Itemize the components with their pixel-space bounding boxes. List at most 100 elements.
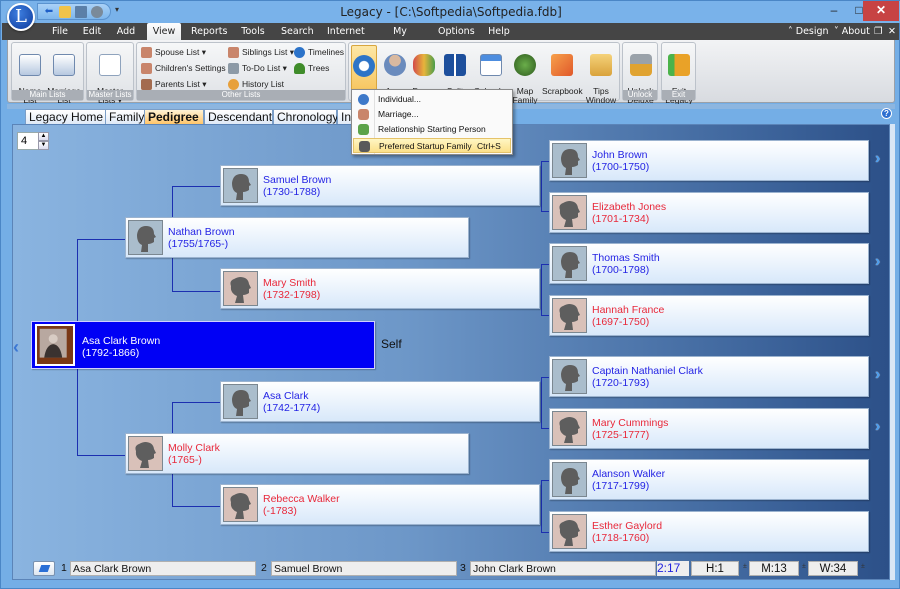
connector-line bbox=[77, 239, 125, 240]
siblings-icon bbox=[228, 47, 239, 59]
slot-number: 3 bbox=[460, 562, 466, 574]
restore-icon[interactable]: ❐ bbox=[874, 23, 883, 40]
design-button[interactable]: ˄ Design bbox=[788, 23, 829, 40]
tab-legacy-home[interactable]: Legacy Home bbox=[25, 109, 109, 124]
spin-down-icon[interactable]: ▼ bbox=[38, 141, 49, 150]
menu-item-marriage[interactable]: Marriage... bbox=[353, 107, 511, 122]
about-button[interactable]: ˅ About bbox=[834, 23, 870, 40]
person-card-father[interactable]: Nathan Brown (1755/1765-) bbox=[125, 217, 469, 258]
tab-chronology[interactable]: Chronology bbox=[273, 109, 338, 124]
person-card-mat-grandfather[interactable]: Asa Clark (1742-1774) bbox=[220, 381, 540, 422]
chevron-right-icon[interactable]: › bbox=[875, 367, 887, 383]
tree-icon bbox=[294, 63, 305, 75]
person-name: Thomas Smith bbox=[592, 252, 660, 264]
menu-item-individual[interactable]: Individual... bbox=[353, 92, 511, 107]
todo-list-button[interactable]: To-Do List ▾ bbox=[228, 62, 287, 75]
chevron-right-icon[interactable]: › bbox=[875, 151, 887, 167]
children-icon bbox=[141, 63, 152, 75]
timelines-button[interactable]: Timelines bbox=[294, 46, 344, 59]
menu-item-preferred-startup-family[interactable]: Preferred Startup Family Ctrl+S bbox=[353, 138, 511, 153]
person-name: Mary Cummings bbox=[592, 417, 669, 429]
chevron-right-icon[interactable]: › bbox=[875, 254, 887, 270]
connector-line bbox=[172, 402, 173, 433]
menu-item-relationship-starting-person[interactable]: Relationship Starting Person bbox=[353, 122, 511, 137]
slot-1-field[interactable]: Asa Clark Brown bbox=[70, 561, 256, 576]
person-card-self[interactable]: Asa Clark Brown (1792-1866) bbox=[31, 321, 375, 369]
male-silhouette-icon bbox=[561, 149, 580, 175]
person-card-gg6[interactable]: Mary Cummings (1725-1777) bbox=[549, 408, 869, 449]
map-icon bbox=[514, 54, 536, 76]
slot-3-field[interactable]: John Clark Brown bbox=[470, 561, 656, 576]
bookmark-button[interactable] bbox=[33, 561, 55, 576]
minimize-button[interactable]: – bbox=[821, 1, 847, 21]
app-logo[interactable]: L bbox=[7, 3, 35, 31]
tips-window-button[interactable]: Tips Window bbox=[585, 45, 617, 105]
person-dates: (1700-1750) bbox=[592, 161, 650, 173]
menu-my-toolbar[interactable]: My Toolbar bbox=[377, 23, 423, 54]
tab-family[interactable]: Family bbox=[105, 109, 145, 124]
menu-internet[interactable]: Internet bbox=[327, 23, 365, 40]
spouse-list-button[interactable]: Spouse List ▾ bbox=[141, 46, 206, 59]
person-card-gg5[interactable]: Captain Nathaniel Clark (1720-1793) bbox=[549, 356, 869, 397]
close-doc-icon[interactable]: ✕ bbox=[888, 23, 896, 40]
menu-file[interactable]: File bbox=[46, 23, 74, 40]
connector-line bbox=[172, 258, 173, 291]
group-label: Exit bbox=[662, 90, 695, 100]
parents-icon bbox=[141, 79, 152, 91]
tab-pedigree[interactable]: Pedigree bbox=[144, 109, 204, 124]
menu-search[interactable]: Search bbox=[281, 23, 314, 40]
person-card-gg8[interactable]: Esther Gaylord (1718-1760) bbox=[549, 511, 869, 552]
menu-options[interactable]: Options bbox=[438, 23, 475, 40]
close-button[interactable]: ✕ bbox=[863, 1, 899, 21]
group-label: Other Lists bbox=[137, 90, 345, 100]
tab-descendant[interactable]: Descendant bbox=[204, 109, 273, 124]
menu-reports[interactable]: Reports bbox=[191, 23, 227, 40]
person-card-gg7[interactable]: Alanson Walker (1717-1799) bbox=[549, 459, 869, 500]
generations-stepper[interactable]: ▲ ▼ bbox=[38, 132, 49, 150]
help-icon[interactable]: ? bbox=[881, 108, 892, 119]
person-photo bbox=[552, 246, 587, 281]
person-card-gg4[interactable]: Hannah France (1697-1750) bbox=[549, 295, 869, 336]
person-card-mat-grandmother[interactable]: Rebecca Walker (-1783) bbox=[220, 484, 540, 525]
exit-door-icon bbox=[668, 54, 690, 76]
person-name: Elizabeth Jones bbox=[592, 201, 667, 213]
goto-button[interactable]: Go To ▾ bbox=[351, 45, 377, 106]
person-card-gg3[interactable]: Thomas Smith (1700-1798) bbox=[549, 243, 869, 284]
menu-help[interactable]: Help bbox=[488, 23, 510, 40]
person-card-pat-grandmother[interactable]: Mary Smith (1732-1798) bbox=[220, 268, 540, 309]
person-card-gg1[interactable]: John Brown (1700-1750) bbox=[549, 140, 869, 181]
connector-line bbox=[172, 291, 220, 292]
generations-input[interactable]: 4 bbox=[17, 132, 39, 150]
w-toggle[interactable]: ± bbox=[861, 563, 865, 570]
connector-line bbox=[541, 161, 549, 162]
menu-view[interactable]: View bbox=[147, 23, 181, 41]
female-silhouette-icon bbox=[559, 417, 580, 443]
chevron-left-icon[interactable]: ‹ bbox=[13, 337, 19, 358]
person-dates: (1697-1750) bbox=[592, 316, 650, 328]
person-dates: (1730-1788) bbox=[263, 186, 321, 198]
master-lists-icon bbox=[99, 54, 121, 76]
menu-tools[interactable]: Tools bbox=[240, 23, 266, 40]
person-card-pat-grandfather[interactable]: Samuel Brown (1730-1788) bbox=[220, 165, 540, 206]
siblings-list-button[interactable]: Siblings List ▾ bbox=[228, 46, 294, 59]
chevron-right-icon[interactable]: › bbox=[875, 419, 887, 435]
person-photo bbox=[552, 195, 587, 230]
person-dates: (1732-1798) bbox=[263, 289, 321, 301]
history-icon bbox=[228, 79, 239, 91]
menu-edit[interactable]: Edit bbox=[80, 23, 104, 40]
person-card-mother[interactable]: Molly Clark (1765-) bbox=[125, 433, 469, 474]
scrapbook-icon bbox=[551, 54, 573, 76]
connector-line bbox=[77, 239, 78, 321]
slot-2-field[interactable]: Samuel Brown bbox=[271, 561, 457, 576]
m-count: M:13 bbox=[749, 561, 799, 576]
menu-add[interactable]: Add bbox=[114, 23, 138, 40]
trees-button[interactable]: Trees bbox=[294, 62, 329, 75]
map-family-button[interactable]: Map Family bbox=[510, 45, 540, 105]
h-toggle[interactable]: ± bbox=[743, 563, 747, 570]
connector-line bbox=[541, 532, 549, 533]
spin-up-icon[interactable]: ▲ bbox=[38, 132, 49, 141]
person-card-gg2[interactable]: Elizabeth Jones (1701-1734) bbox=[549, 192, 869, 233]
childrens-settings-button[interactable]: Children's Settings bbox=[141, 62, 226, 75]
m-toggle[interactable]: ± bbox=[802, 563, 806, 570]
scrapbook-button[interactable]: Scrapbook bbox=[542, 45, 583, 96]
